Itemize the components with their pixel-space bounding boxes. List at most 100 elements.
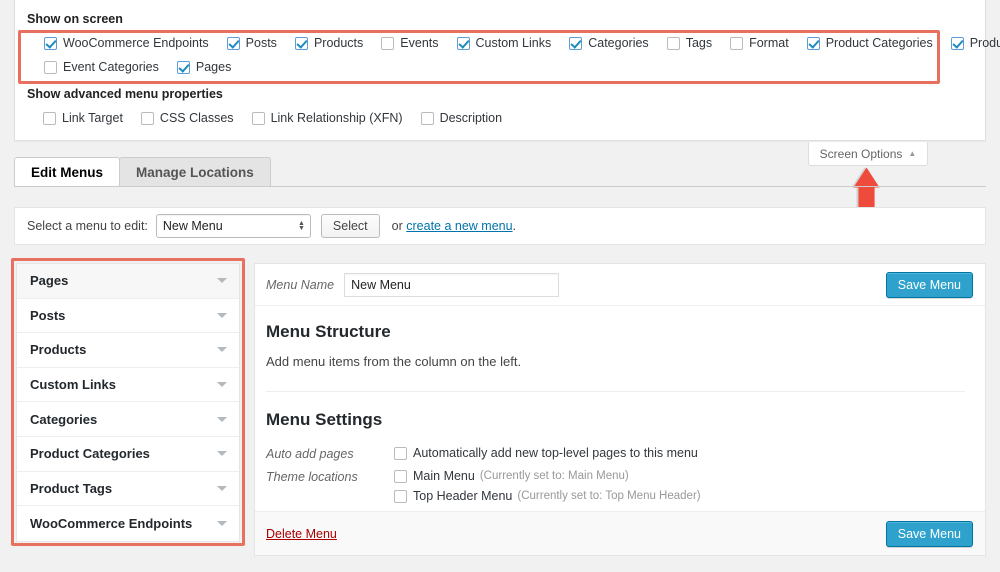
checkbox-box-icon[interactable]	[951, 37, 964, 50]
checkbox-box-icon[interactable]	[44, 37, 57, 50]
checkbox-main-menu-location[interactable]: Main Menu (Currently set to: Main Menu)	[394, 469, 701, 483]
checkbox-events[interactable]: Events	[381, 36, 438, 50]
checkbox-box-icon[interactable]	[44, 61, 57, 74]
checkbox-description[interactable]: Description	[421, 111, 503, 125]
checkbox-top-header-menu-location[interactable]: Top Header Menu (Currently set to: Top M…	[394, 489, 701, 503]
wordpress-menus-admin-page: Show on screen WooCommerce Endpoints Pos…	[0, 0, 1000, 572]
checkbox-box-icon[interactable]	[457, 37, 470, 50]
checkbox-box-icon[interactable]	[177, 61, 190, 74]
checkbox-box-icon[interactable]	[295, 37, 308, 50]
checkbox-link-target[interactable]: Link Target	[43, 111, 123, 125]
checkbox-tags[interactable]: Tags	[667, 36, 712, 50]
checkbox-posts[interactable]: Posts	[227, 36, 277, 50]
checkbox-custom-links[interactable]: Custom Links	[457, 36, 552, 50]
select-button[interactable]: Select	[321, 214, 380, 238]
chevron-down-icon[interactable]	[217, 417, 227, 422]
checkbox-label: Event Categories	[63, 60, 159, 74]
menu-select-dropdown[interactable]: New Menu ▲▼	[156, 214, 311, 238]
checkbox-link-relationship-xfn[interactable]: Link Relationship (XFN)	[252, 111, 403, 125]
period: .	[513, 219, 516, 233]
checkbox-box-icon[interactable]	[394, 447, 407, 460]
section-divider	[266, 391, 965, 392]
screen-options-drawer: Show on screen WooCommerce Endpoints Pos…	[14, 0, 986, 141]
tab-edit-menus[interactable]: Edit Menus	[14, 157, 120, 187]
checkbox-box-icon[interactable]	[227, 37, 240, 50]
accordion-item-products[interactable]: Products	[17, 333, 239, 368]
auto-add-pages-label: Auto add pages	[266, 446, 394, 461]
checkbox-product-categories[interactable]: Product Categories	[807, 36, 933, 50]
save-menu-button-top[interactable]: Save Menu	[886, 272, 973, 298]
checkbox-box-icon[interactable]	[807, 37, 820, 50]
screen-options-toggle-button[interactable]: Screen Options ▲	[808, 142, 928, 166]
screen-options-toggle-label: Screen Options	[820, 147, 903, 161]
show-on-screen-heading: Show on screen	[27, 12, 123, 26]
checkbox-box-icon[interactable]	[141, 112, 154, 125]
checkbox-label: Automatically add new top-level pages to…	[413, 446, 698, 460]
tab-manage-locations[interactable]: Manage Locations	[119, 157, 271, 187]
checkbox-label: Link Target	[62, 111, 123, 125]
accordion-item-custom-links[interactable]: Custom Links	[17, 368, 239, 403]
checkbox-box-icon[interactable]	[667, 37, 680, 50]
accordion-item-product-categories[interactable]: Product Categories	[17, 437, 239, 472]
chevron-down-icon[interactable]	[217, 313, 227, 318]
menu-editor-footer: Delete Menu Save Menu	[255, 511, 985, 555]
chevron-down-icon[interactable]	[217, 382, 227, 387]
checkbox-pages[interactable]: Pages	[177, 60, 231, 74]
advanced-properties-heading: Show advanced menu properties	[27, 87, 223, 101]
accordion-item-product-tags[interactable]: Product Tags	[17, 472, 239, 507]
theme-locations-row: Theme locations Main Menu (Currently set…	[266, 469, 965, 503]
create-new-menu-link[interactable]: create a new menu	[406, 219, 512, 233]
menu-name-input[interactable]	[344, 273, 559, 297]
checkbox-label: Link Relationship (XFN)	[271, 111, 403, 125]
menu-structure-note: Add menu items from the column on the le…	[266, 354, 965, 369]
checkbox-css-classes[interactable]: CSS Classes	[141, 111, 234, 125]
auto-add-pages-row: Auto add pages Automatically add new top…	[266, 446, 965, 461]
checkbox-box-icon[interactable]	[394, 490, 407, 503]
or-word: or	[392, 219, 403, 233]
accordion-label: Custom Links	[30, 377, 116, 392]
menu-name-label: Menu Name	[266, 278, 334, 292]
checkbox-label: Description	[440, 111, 503, 125]
checkbox-box-icon[interactable]	[421, 112, 434, 125]
checkbox-event-categories[interactable]: Event Categories	[44, 60, 159, 74]
or-text: or create a new menu.	[392, 219, 516, 233]
accordion-item-pages[interactable]: Pages	[17, 264, 239, 299]
checkbox-box-icon[interactable]	[569, 37, 582, 50]
menu-select-value: New Menu	[163, 219, 223, 233]
accordion-item-categories[interactable]: Categories	[17, 402, 239, 437]
checkbox-box-icon[interactable]	[394, 470, 407, 483]
checkbox-categories[interactable]: Categories	[569, 36, 648, 50]
checkbox-product-tags[interactable]: Product Tags	[951, 36, 1000, 50]
location-note: (Currently set to: Top Menu Header)	[517, 490, 700, 502]
accordion-item-woocommerce-endpoints[interactable]: WooCommerce Endpoints	[17, 506, 239, 541]
chevron-down-icon[interactable]	[217, 347, 227, 352]
checkbox-products[interactable]: Products	[295, 36, 363, 50]
checkbox-label: Product Categories	[826, 36, 933, 50]
chevron-down-icon[interactable]	[217, 486, 227, 491]
accordion-label: Products	[30, 342, 86, 357]
checkbox-box-icon[interactable]	[43, 112, 56, 125]
checkbox-box-icon[interactable]	[730, 37, 743, 50]
select-menu-label: Select a menu to edit:	[27, 219, 148, 233]
checkbox-label: Products	[314, 36, 363, 50]
chevron-down-icon[interactable]	[217, 521, 227, 526]
chevron-down-icon[interactable]	[217, 451, 227, 456]
location-note: (Currently set to: Main Menu)	[480, 470, 629, 482]
accordion-label: Posts	[30, 308, 65, 323]
checkbox-label: Tags	[686, 36, 712, 50]
checkbox-woocommerce-endpoints[interactable]: WooCommerce Endpoints	[44, 36, 209, 50]
menu-item-types-accordion: Pages Posts Products Custom Links Catego…	[16, 263, 240, 542]
accordion-item-posts[interactable]: Posts	[17, 299, 239, 334]
checkbox-box-icon[interactable]	[252, 112, 265, 125]
accordion-label: Pages	[30, 273, 68, 288]
chevron-up-icon: ▲	[908, 149, 916, 158]
checkbox-label: CSS Classes	[160, 111, 234, 125]
chevron-down-icon[interactable]	[217, 278, 227, 283]
menu-settings-group: Auto add pages Automatically add new top…	[266, 446, 965, 503]
checkbox-format[interactable]: Format	[730, 36, 789, 50]
delete-menu-link[interactable]: Delete Menu	[266, 527, 337, 541]
checkbox-auto-add-pages[interactable]: Automatically add new top-level pages to…	[394, 446, 698, 460]
checkbox-box-icon[interactable]	[381, 37, 394, 50]
menu-structure-heading: Menu Structure	[266, 322, 965, 342]
save-menu-button-bottom[interactable]: Save Menu	[886, 521, 973, 547]
